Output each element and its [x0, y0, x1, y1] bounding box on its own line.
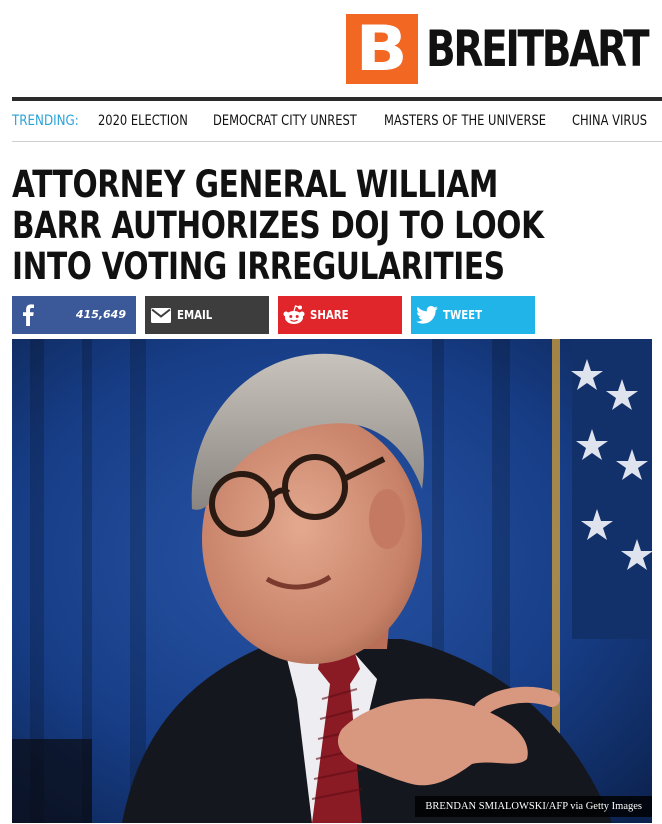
- article-photo: BRENDAN SMIALOWSKI/AFP via Getty Images: [12, 339, 652, 823]
- trending-label: TRENDING:: [12, 113, 79, 129]
- photo-credit: BRENDAN SMIALOWSKI/AFP via Getty Images: [415, 796, 652, 817]
- trending-divider: [12, 141, 662, 142]
- email-share-button[interactable]: EMAIL: [145, 296, 269, 334]
- trending-item-china-virus[interactable]: CHINA VIRUS: [572, 113, 647, 129]
- trending-item-masters-of-the-universe[interactable]: MASTERS OF THE UNIVERSE: [384, 113, 546, 129]
- facebook-icon: [12, 296, 44, 334]
- email-share-label: EMAIL: [177, 308, 213, 322]
- twitter-icon: [411, 296, 443, 334]
- article-photo-image: [12, 339, 652, 823]
- logo-letter: B: [355, 12, 408, 85]
- facebook-share-count: 415,649: [75, 308, 126, 321]
- twitter-share-button[interactable]: TWEET: [411, 296, 535, 334]
- site-name: BREITBART: [426, 20, 650, 78]
- envelope-icon: [145, 296, 177, 334]
- trending-bar: TRENDING: 2020 ELECTION DEMOCRAT CITY UN…: [12, 104, 662, 138]
- trending-item-democrat-city-unrest[interactable]: DEMOCRAT CITY UNREST: [213, 113, 357, 129]
- reddit-share-label: SHARE: [310, 308, 349, 322]
- trending-item-2020-election[interactable]: 2020 ELECTION: [98, 113, 192, 129]
- reddit-icon: [278, 296, 310, 334]
- reddit-share-button[interactable]: SHARE: [278, 296, 402, 334]
- article-headline: ATTORNEY GENERAL WILLIAM BARR AUTHORIZES…: [12, 163, 544, 288]
- twitter-share-label: TWEET: [443, 308, 483, 322]
- logo-mark: B: [346, 14, 418, 84]
- share-bar: 415,649 EMAIL SHARE TWEET: [12, 296, 535, 334]
- facebook-share-button[interactable]: 415,649: [12, 296, 136, 334]
- header-divider: [12, 97, 662, 101]
- site-logo[interactable]: B BREITBART: [346, 14, 662, 84]
